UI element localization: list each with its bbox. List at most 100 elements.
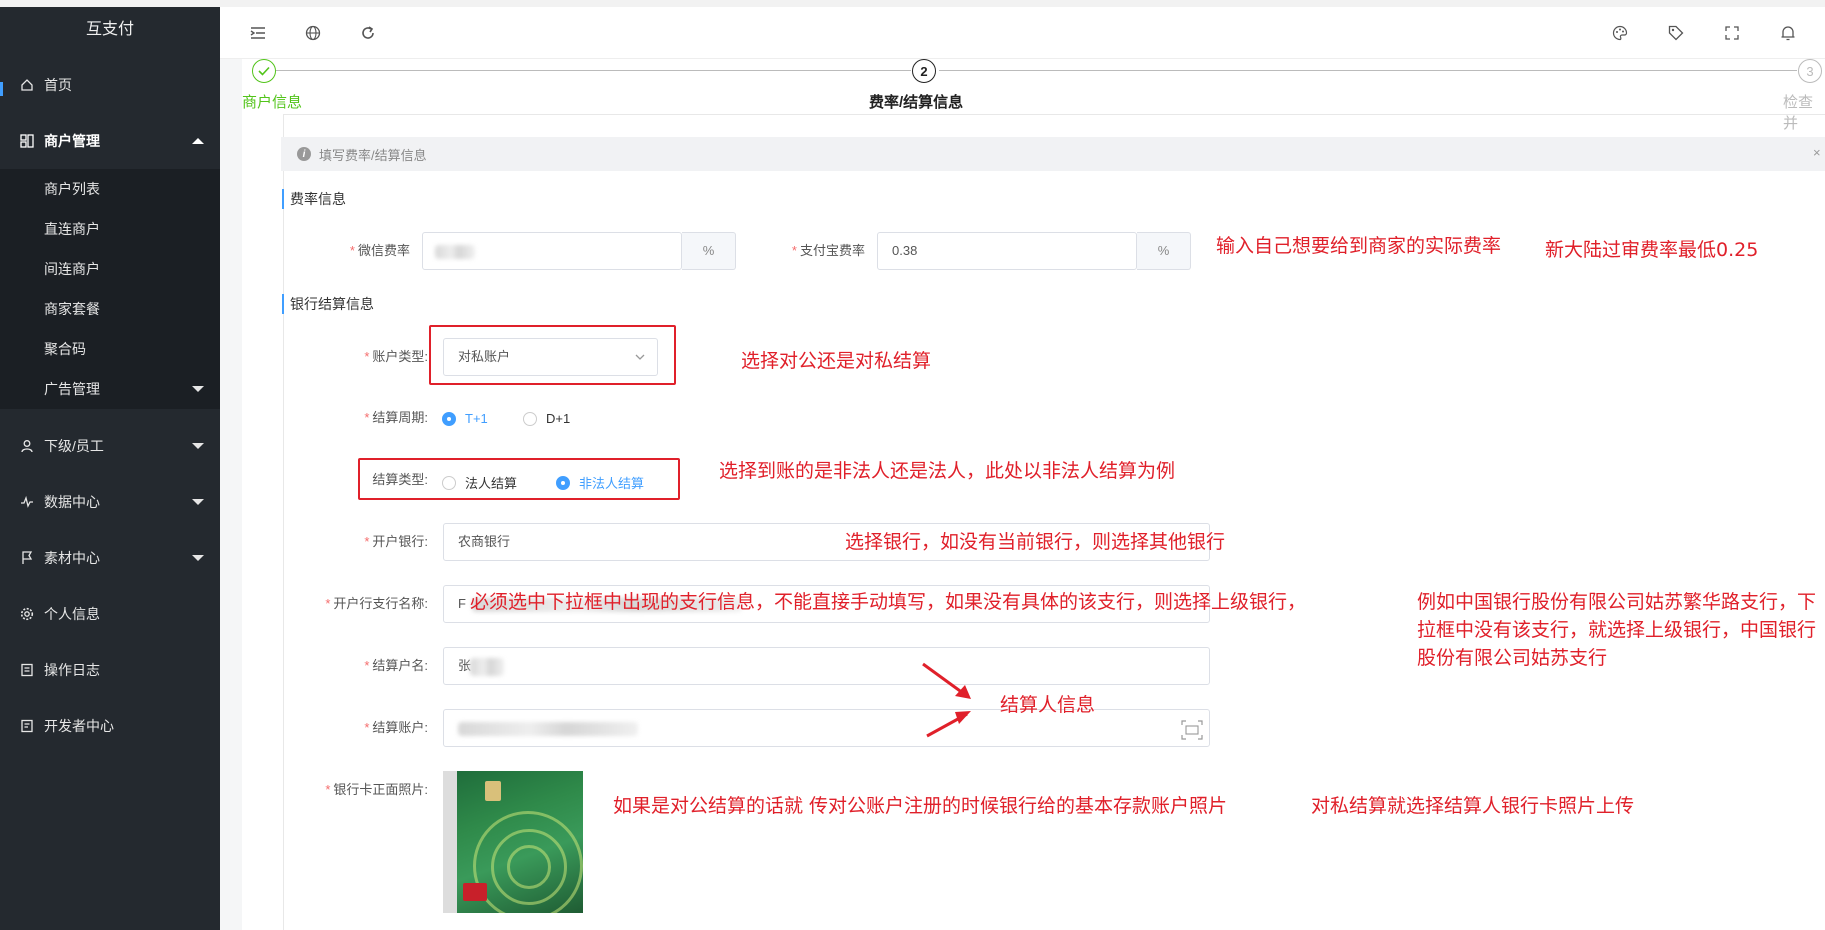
alipay-rate-suffix: %: [1137, 232, 1191, 270]
fullscreen-icon[interactable]: [1722, 23, 1742, 43]
flag-icon: [20, 551, 34, 565]
alipay-rate-label: * 支付宝费率: [791, 243, 865, 258]
annotation-box-account-type: [429, 325, 676, 385]
annotation-rate: 输入自己想要给到商家的实际费率: [1216, 235, 1502, 257]
bank-card-photo[interactable]: [443, 771, 583, 913]
submenu-item-direct[interactable]: 直连商户: [44, 214, 204, 244]
radio-label: D+1: [546, 411, 571, 426]
cycle-radio-d1[interactable]: D+1: [523, 411, 570, 426]
sidebar-item-label: 首页: [44, 77, 72, 93]
sidebar-item-label: 个人信息: [44, 606, 100, 622]
refresh-icon[interactable]: [358, 23, 378, 43]
section-title-bank: 银行结算信息: [282, 294, 374, 314]
bank-label: * 开户银行:: [364, 534, 428, 549]
submenu-item-indirect[interactable]: 间连商户: [44, 254, 204, 284]
sidebar-item-label: 素材中心: [44, 550, 100, 566]
account-name-label: * 结算户名:: [364, 658, 428, 673]
tag-icon[interactable]: [1666, 23, 1686, 43]
submenu-item-merchant-list[interactable]: 商户列表: [44, 174, 204, 204]
globe-icon[interactable]: [303, 23, 323, 43]
scan-card-icon[interactable]: [1181, 718, 1203, 754]
doc-icon: [20, 719, 34, 733]
merchant-icon: [20, 134, 34, 148]
submenu-item-package[interactable]: 商家套餐: [44, 294, 204, 324]
annotation-branch-example: 例如中国银行股份有限公司姑苏繁华路支行，下拉框中没有该支行，就选择上级银行，中国…: [1417, 591, 1817, 669]
info-alert: i 填写费率/结算信息: [281, 137, 1825, 171]
account-number-label: * 结算账户:: [364, 720, 428, 735]
branch-value: F: [458, 596, 466, 611]
sidebar-item-label: 数据中心: [44, 494, 100, 510]
sidebar-item-material[interactable]: 素材中心: [0, 538, 220, 578]
chart-icon: [20, 495, 34, 509]
wechat-rate-suffix: %: [682, 232, 736, 270]
annotation-settler: 结算人信息: [1000, 694, 1096, 716]
caret-down-icon: [192, 499, 204, 505]
log-icon: [20, 663, 34, 677]
caret-up-icon: [192, 138, 204, 144]
step-2-number: 2: [912, 59, 936, 83]
card-chip: [485, 781, 501, 801]
step-2-label: 费率/结算信息: [869, 94, 964, 111]
annotation-branch: 必须选中下拉框中出现的支行信息，不能直接手动填写，如果没有具体的该支行，则选择上…: [470, 591, 1307, 613]
annotation-account-type: 选择对公还是对私结算: [741, 350, 932, 372]
unionpay-logo: [463, 883, 487, 901]
account-type-label: * 账户类型:: [364, 349, 428, 364]
sidebar-item-label: 商户管理: [44, 133, 100, 149]
sidebar-item-logs[interactable]: 操作日志: [0, 650, 220, 690]
sidebar-item-home[interactable]: 首页: [0, 65, 220, 105]
sidebar-item-profile[interactable]: 个人信息: [0, 594, 220, 634]
card-photo-label: * 银行卡正面照片:: [325, 782, 428, 797]
annotation-settle-type: 选择到账的是非法人还是法人，此处以非法人结算为例: [719, 460, 1176, 482]
annotation-photo-private: 对私结算就选择结算人银行卡照片上传: [1311, 795, 1635, 817]
caret-down-icon: [192, 555, 204, 561]
home-icon: [20, 78, 34, 92]
alert-close-icon[interactable]: ×: [1813, 145, 1821, 160]
submenu-item-qrcode[interactable]: 聚合码: [44, 334, 204, 364]
wechat-rate-label: * 微信费率: [349, 243, 410, 258]
bell-icon[interactable]: [1778, 23, 1798, 43]
top-header: [220, 7, 1825, 59]
wechat-rate-input[interactable]: [422, 232, 682, 270]
palette-icon[interactable]: [1610, 23, 1630, 43]
alert-text: 填写费率/结算信息: [319, 147, 427, 163]
card-pattern: [507, 845, 551, 889]
sidebar-item-label: 操作日志: [44, 662, 100, 678]
blurred-value: [435, 245, 475, 259]
sidebar-item-staff[interactable]: 下级/员工: [0, 426, 220, 466]
top-strip: [0, 0, 1825, 7]
step-connector: [939, 70, 1797, 71]
submenu-item-ads[interactable]: 广告管理: [44, 374, 204, 404]
user-icon: [20, 439, 34, 453]
section-title-rate: 费率信息: [282, 189, 346, 209]
radio-label: T+1: [465, 411, 488, 426]
cycle-radio-t1[interactable]: T+1: [442, 411, 488, 426]
sidebar-item-data[interactable]: 数据中心: [0, 482, 220, 522]
app-logo: 互支付: [85, 21, 134, 38]
sidebar-item-label: 下级/员工: [44, 438, 104, 454]
step-1-label: 商户信息: [242, 94, 303, 111]
caret-down-icon: [192, 386, 204, 392]
sidebar-item-merchant[interactable]: 商户管理: [0, 121, 220, 161]
card-edge: [443, 771, 457, 913]
step-3-number: 3: [1798, 59, 1822, 83]
alipay-rate-input[interactable]: 0.38: [877, 232, 1137, 270]
branch-label: * 开户行支行名称:: [325, 596, 428, 611]
blurred-value: [470, 658, 504, 676]
caret-down-icon: [192, 443, 204, 449]
annotation-photo-public: 如果是对公结算的话就 传对公账户注册的时候银行给的基本存款账户照片: [613, 795, 1228, 817]
sidebar-item-developer[interactable]: 开发者中心: [0, 706, 220, 746]
annotation-box-settle-type: [358, 458, 680, 500]
annotation-bank: 选择银行，如没有当前银行，则选择其他银行: [845, 531, 1226, 553]
step-connector: [276, 70, 911, 71]
sidebar: 互支付 首页 商户管理 商户列表 直连商户 间连商户 商家套餐 聚合码 广告管理…: [0, 7, 220, 930]
account-name-input[interactable]: 张: [443, 647, 1210, 685]
menu-fold-icon[interactable]: [248, 23, 268, 43]
radio-checked-icon: [442, 411, 456, 426]
submenu-item-label: 广告管理: [44, 381, 100, 397]
annotation-rate-min: 新大陆过审费率最低0.25: [1545, 239, 1759, 261]
step-1-check-icon: [252, 59, 276, 83]
blurred-value: [458, 722, 638, 736]
submenu-merchant: 商户列表 直连商户 间连商户 商家套餐 聚合码 广告管理: [0, 169, 220, 409]
info-icon: i: [297, 147, 311, 161]
gear-icon: [20, 607, 34, 621]
